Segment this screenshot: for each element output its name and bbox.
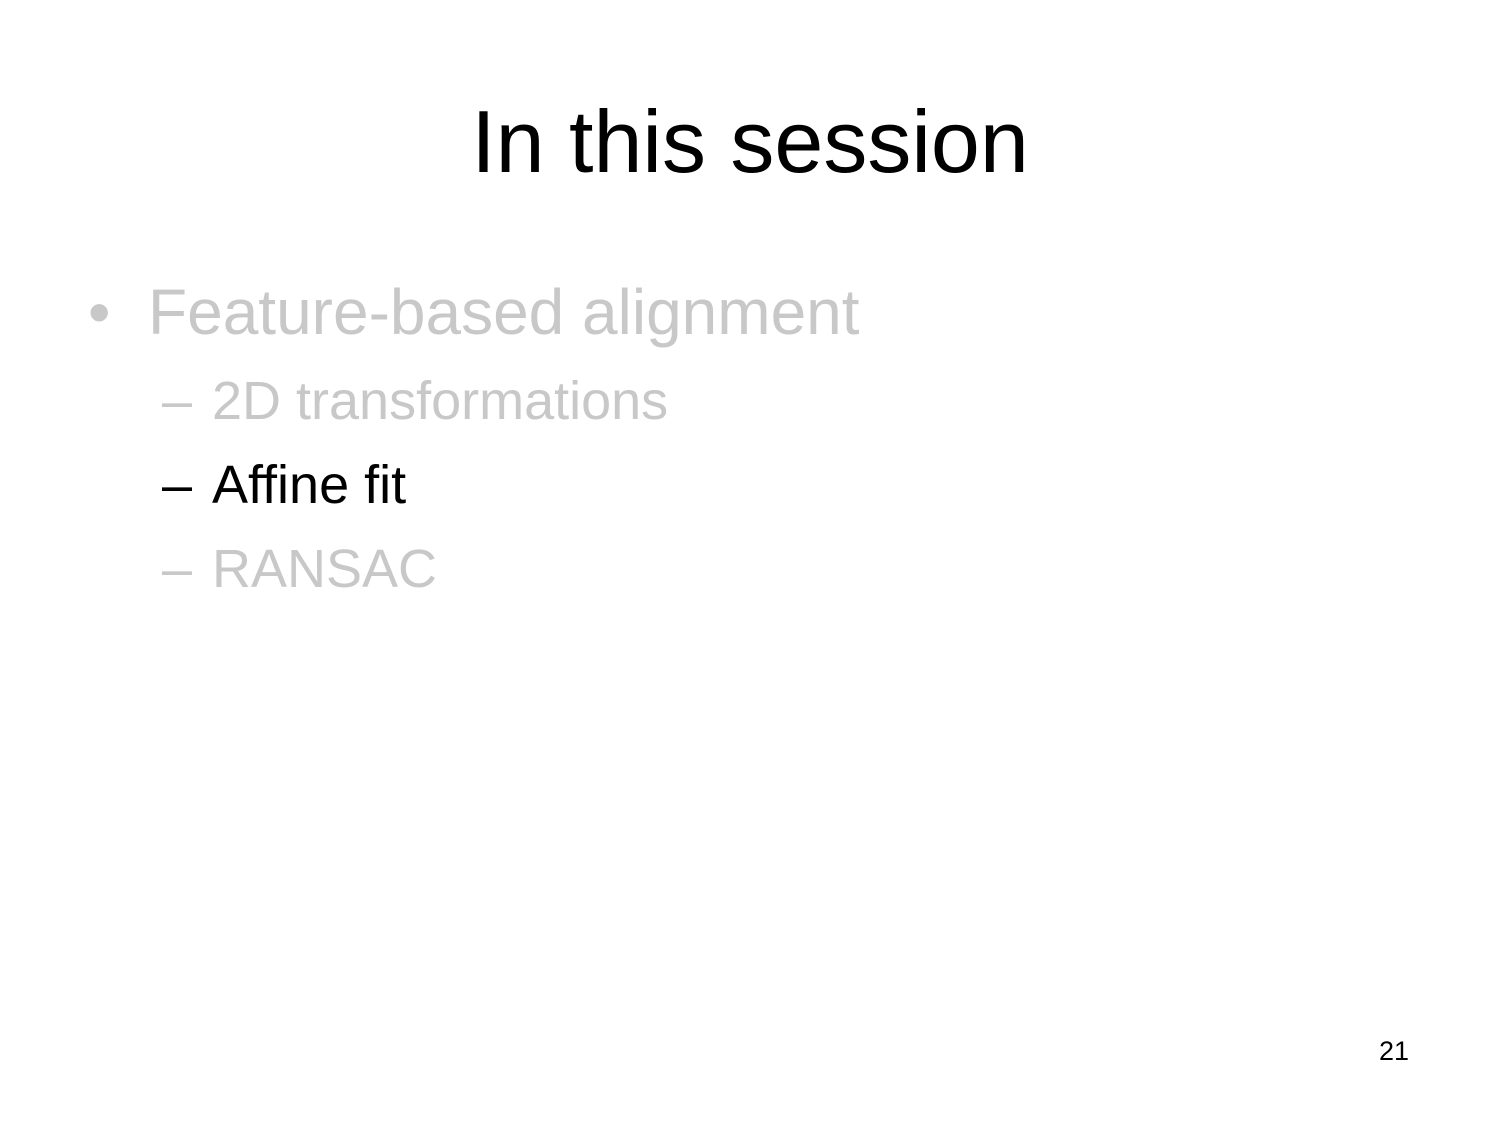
sub-item-marker: – [162,539,193,599]
sub-item-ransac: – RANSAC [162,539,437,599]
bullet-marker: • [88,276,111,348]
sub-item-text: 2D transformations [212,371,669,431]
slide: In this session • Feature-based alignment… [0,0,1500,1125]
bullet-feature-based-alignment: • Feature-based alignment [88,276,860,348]
sub-item-marker: – [162,371,193,431]
sub-item-2d-transformations: –2D transformations [162,371,668,431]
sub-item-marker: – [162,455,193,515]
sub-item-affine-fit: – Affine fit [162,455,406,515]
page-number: 21 [1378,1036,1409,1066]
sub-item-text: Affine fit [212,455,407,515]
sub-item-text: RANSAC [212,539,438,599]
bullet-text: Feature-based alignment [148,276,860,348]
slide-title: In this session [471,92,1029,191]
